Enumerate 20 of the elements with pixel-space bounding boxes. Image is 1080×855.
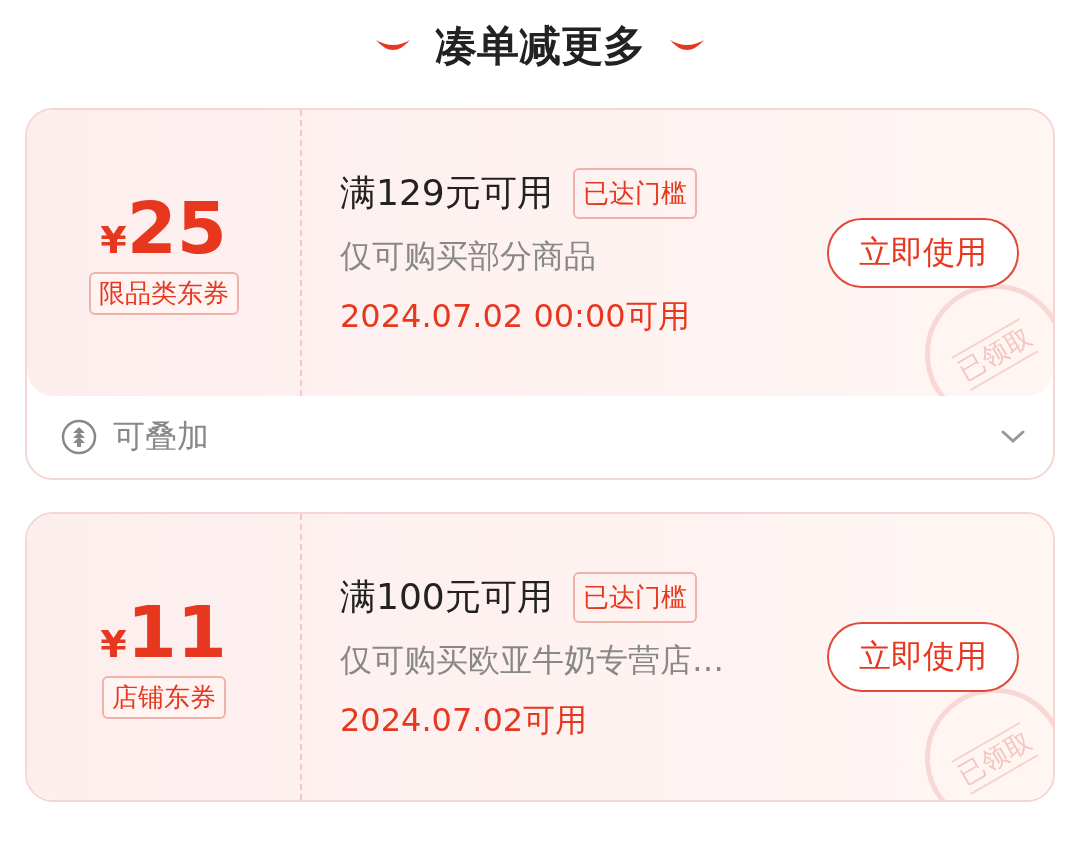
coupon-amount: 11 [126, 595, 227, 668]
section-title: 凑单减更多 [435, 20, 645, 72]
chevron-down-icon[interactable] [1001, 430, 1025, 444]
coupon-threshold: 满100元可用 [340, 574, 553, 619]
valid-date: 2024.07.02可用 [340, 699, 589, 741]
coupon-type-tag: 限品类东券 [88, 271, 239, 315]
coupon-scope: 仅可购买欧亚牛奶专营店… [340, 639, 725, 681]
valid-date: 2024.07.02 00:00可用 [340, 295, 691, 337]
coupon-amount: 25 [126, 191, 227, 264]
stackable-label: 可叠加 [113, 416, 210, 457]
status-tag: 已达门槛 [572, 571, 697, 623]
status-tag: 已达门槛 [572, 167, 697, 219]
currency-sign: ¥ [100, 621, 127, 666]
coupon-type-tag: 店铺东券 [101, 675, 226, 719]
use-now-button[interactable]: 立即使用 [827, 622, 1019, 692]
use-now-button[interactable]: 立即使用 [827, 218, 1019, 288]
stack-icon [61, 419, 97, 455]
coupon-scope: 仅可购买部分商品 [340, 235, 597, 277]
coupon-threshold: 满129元可用 [340, 170, 553, 215]
currency-sign: ¥ [100, 217, 127, 262]
